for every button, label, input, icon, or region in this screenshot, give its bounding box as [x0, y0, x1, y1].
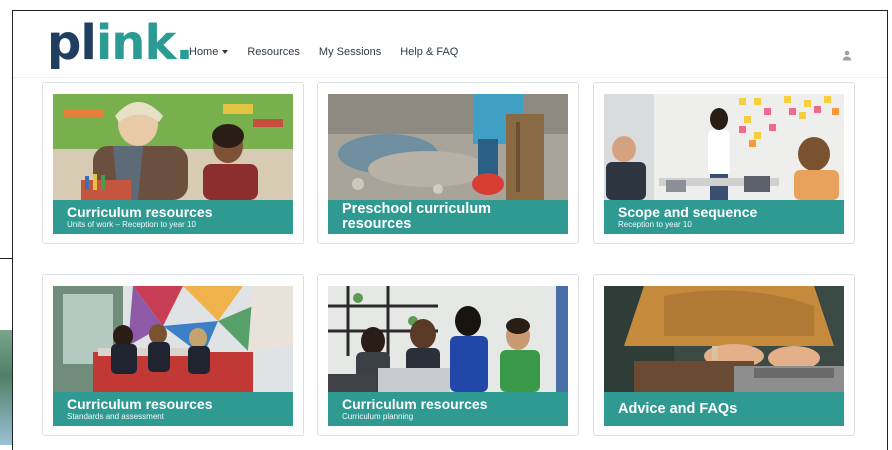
card-label: Scope and sequence Reception to year 10 [604, 200, 844, 234]
card-title: Curriculum resources [67, 396, 213, 412]
card-photo-teacher-student [53, 94, 293, 200]
card-title: Preschool curriculum resources [342, 201, 492, 232]
card-title: Curriculum resources [342, 396, 488, 412]
card-label: Curriculum resources Units of work – Rec… [53, 200, 293, 234]
nav-my-sessions-label: My Sessions [318, 46, 382, 58]
nav-home[interactable]: Home [189, 46, 229, 58]
card-standards-assessment[interactable]: Curriculum resources Standards and asses… [42, 274, 304, 436]
navbar: plink. Home Resources My Sessions Help &… [13, 11, 887, 78]
user-icon[interactable] [841, 49, 853, 61]
plink-logo[interactable]: plink. [47, 15, 194, 71]
card-title: Scope and sequence [618, 204, 758, 220]
card-photo-students-classroom [53, 286, 293, 392]
card-subtitle: Curriculum planning [342, 412, 414, 421]
nav-help-faq[interactable]: Help & FAQ [400, 46, 458, 58]
card-advice-faqs[interactable]: Advice and FAQs [593, 274, 855, 436]
card-subtitle: Standards and assessment [67, 412, 164, 421]
card-photo-typing-laptop [604, 286, 844, 392]
nav-resources[interactable]: Resources [247, 46, 300, 58]
nav-resources-label: Resources [247, 46, 300, 58]
nav-home-label: Home [189, 46, 219, 58]
card-label: Advice and FAQs [604, 392, 844, 426]
logo-dot: . [175, 15, 193, 71]
card-preschool-curriculum[interactable]: Preschool curriculum resources [317, 82, 579, 244]
card-scope-sequence[interactable]: Scope and sequence Reception to year 10 [593, 82, 855, 244]
nav-help-faq-label: Help & FAQ [400, 46, 459, 58]
logo-part-ink: ink [95, 15, 177, 71]
card-photo-child-sandpit [328, 94, 568, 200]
card-photo-meeting-sticky-notes [604, 94, 844, 200]
caret-down-icon [222, 50, 229, 54]
card-title: Advice and FAQs [618, 400, 738, 417]
card-photo-group-laptop [328, 286, 568, 392]
card-label: Curriculum resources Standards and asses… [53, 392, 293, 426]
card-title: Curriculum resources [67, 204, 213, 220]
main-nav: Home Resources My Sessions Help & FAQ [189, 46, 477, 58]
logo-part-pl: pl [47, 15, 97, 71]
nav-my-sessions[interactable]: My Sessions [319, 46, 381, 58]
card-label: Curriculum resources Curriculum planning [328, 392, 568, 426]
browser-window: plink. Home Resources My Sessions Help &… [12, 10, 888, 450]
card-subtitle: Units of work – Reception to year 10 [67, 220, 196, 229]
card-label: Preschool curriculum resources [328, 200, 568, 234]
card-curriculum-units[interactable]: Curriculum resources Units of work – Rec… [42, 82, 304, 244]
card-curriculum-planning[interactable]: Curriculum resources Curriculum planning [317, 274, 579, 436]
card-subtitle: Reception to year 10 [618, 220, 692, 229]
